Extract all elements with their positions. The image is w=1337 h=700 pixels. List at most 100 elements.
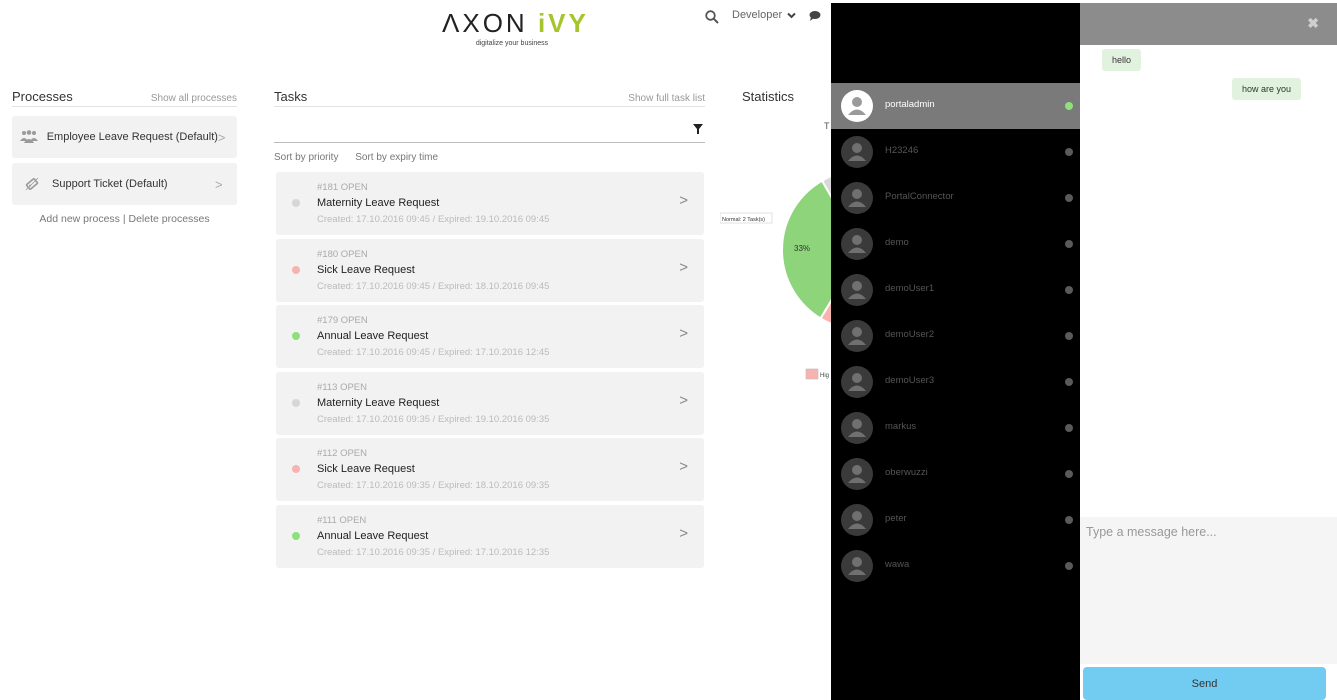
chevron-right-icon[interactable]: > <box>679 392 688 409</box>
chat-icon[interactable] <box>808 10 822 22</box>
chat-message-incoming: hello <box>1102 49 1142 71</box>
task-id: #112 OPEN <box>317 448 367 459</box>
delete-processes-link[interactable]: Delete processes <box>129 213 210 225</box>
show-all-processes-link[interactable]: Show all processes <box>151 93 237 104</box>
priority-dot <box>292 199 300 207</box>
chevron-right-icon[interactable]: > <box>679 458 688 475</box>
chevron-right-icon[interactable]: > <box>679 525 688 542</box>
chat-user-name: H23246 <box>885 145 919 156</box>
chat-user-name: peter <box>885 513 907 524</box>
avatar-icon <box>841 412 873 444</box>
task-item[interactable]: #111 OPEN Annual Leave Request Created: 17… <box>276 504 704 568</box>
add-new-process-link[interactable]: Add new process <box>39 213 120 225</box>
task-id: #180 OPEN <box>317 248 368 260</box>
axon-ivy-logo[interactable]: ΛXON iVY digitalize your business <box>442 8 586 47</box>
processes-header: Processes Show all processes <box>12 89 237 107</box>
chat-user-name: demo <box>885 237 909 248</box>
chat-user-item[interactable]: peter <box>831 497 1080 543</box>
task-name: Sick Leave Request <box>317 263 415 276</box>
user-menu-label: Developer <box>732 9 783 21</box>
group-icon <box>12 130 47 144</box>
task-item[interactable]: #179 OPEN Annual Leave Request Created: 17… <box>276 305 704 368</box>
priority-dot <box>292 465 300 473</box>
task-dates: Created: 17.10.2016 09:35 / Expired: 18.… <box>317 480 550 491</box>
task-name: Annual Leave Request <box>317 529 429 542</box>
chat-message-input[interactable]: Type a message here... <box>1080 517 1337 664</box>
tag-icon <box>12 176 52 192</box>
avatar-icon <box>841 90 873 122</box>
task-dates: Created: 17.10.2016 09:45 / Expired: 17.… <box>317 347 550 358</box>
chat-user-item[interactable]: portaladmin <box>831 83 1080 129</box>
online-status-dot <box>1065 470 1073 478</box>
chat-user-name: portaladmin <box>885 99 935 110</box>
task-dates: Created: 17.10.2016 09:35 / Expired: 17.… <box>317 546 550 558</box>
chevron-right-icon[interactable]: > <box>679 259 688 276</box>
avatar-icon <box>841 182 873 214</box>
chevron-right-icon[interactable]: > <box>679 192 688 209</box>
online-status-dot <box>1065 378 1073 386</box>
priority-dot <box>292 398 300 407</box>
search-icon[interactable] <box>705 10 719 24</box>
task-priority-pie-chart: T 33% Normal: 2 Task(s) Hig <box>720 121 832 380</box>
avatar-icon <box>841 366 873 398</box>
close-icon[interactable]: ✖ <box>1307 15 1319 32</box>
task-item[interactable]: #112 OPEN Sick Leave Request Created: 17.1… <box>276 438 704 501</box>
show-full-task-list-link[interactable]: Show full task list <box>628 93 705 104</box>
avatar-icon <box>841 458 873 490</box>
chat-input-placeholder: Type a message here... <box>1086 525 1217 539</box>
task-dates: Created: 17.10.2016 09:45 / Expired: 18.… <box>317 280 550 292</box>
chat-user-item[interactable]: H23246 <box>831 129 1080 175</box>
send-button[interactable]: Send <box>1083 667 1326 700</box>
chat-user-name: demoUser2 <box>885 329 935 340</box>
legend-high-label: Hig <box>820 373 829 379</box>
online-status-dot <box>1065 424 1073 432</box>
task-id: #113 OPEN <box>317 381 367 393</box>
process-item[interactable]: Employee Leave Request (Default) > <box>12 116 237 158</box>
chat-user-item[interactable]: wawa <box>831 543 1080 589</box>
priority-dot <box>292 531 300 540</box>
task-name: Annual Leave Request <box>317 330 429 342</box>
task-item[interactable]: #181 OPEN Maternity Leave Request Created:… <box>276 172 704 235</box>
user-menu[interactable]: Developer <box>732 9 796 21</box>
statistics-chart: T 33% Normal: 2 Task(s) Hig <box>720 110 832 390</box>
statistics-title: Statistics <box>742 89 795 104</box>
tasks-header: Tasks Show full task list <box>274 89 705 107</box>
chevron-right-icon[interactable]: > <box>679 325 688 342</box>
sort-by-expiry-link[interactable]: Sort by expiry time <box>355 152 438 163</box>
avatar-icon <box>841 274 873 306</box>
online-status-dot <box>1065 102 1073 110</box>
chat-user-name: markus <box>885 421 917 432</box>
chat-user-item[interactable]: demoUser2 <box>831 313 1080 359</box>
task-id: #181 OPEN <box>317 182 368 193</box>
process-actions: Add new process | Delete processes <box>12 213 237 225</box>
chart-title: T <box>824 121 830 131</box>
legend-high-swatch <box>805 368 819 380</box>
chevron-right-icon: > <box>217 129 226 145</box>
online-status-dot <box>1065 516 1073 524</box>
task-item[interactable]: #113 OPEN Maternity Leave Request Created:… <box>276 371 704 435</box>
chat-user-name: PortalConnector <box>885 191 954 202</box>
sort-by-priority-link[interactable]: Sort by priority <box>274 152 338 163</box>
chat-user-list: portaladmin H23246 PortalConnector demo demo… <box>831 3 1080 700</box>
chat-header: ✖ <box>1080 3 1337 45</box>
chat-user-item[interactable]: demoUser3 <box>831 359 1080 405</box>
chat-user-item[interactable]: oberwuzzi <box>831 451 1080 497</box>
pie-slice-normal-value-label: 33% <box>794 244 810 253</box>
priority-dot <box>292 332 300 340</box>
chat-user-name: oberwuzzi <box>885 467 928 478</box>
online-status-dot <box>1065 286 1073 294</box>
process-actions-separator: | <box>122 213 126 225</box>
process-item[interactable]: Support Ticket (Default) > <box>12 163 237 205</box>
chat-user-item[interactable]: demoUser1 <box>831 267 1080 313</box>
chat-user-item[interactable]: markus <box>831 405 1080 451</box>
chat-user-item[interactable]: PortalConnector <box>831 175 1080 221</box>
filter-icon[interactable] <box>693 124 703 134</box>
task-dates: Created: 17.10.2016 09:35 / Expired: 19.… <box>317 413 550 425</box>
task-filter-input[interactable] <box>274 118 705 143</box>
task-item[interactable]: #180 OPEN Sick Leave Request Created: 17.1… <box>276 238 704 302</box>
process-label: Support Ticket (Default) <box>52 178 168 190</box>
task-name: Sick Leave Request <box>317 463 415 475</box>
avatar-icon <box>841 228 873 260</box>
avatar-icon <box>841 136 873 168</box>
chat-user-item[interactable]: demo <box>831 221 1080 267</box>
